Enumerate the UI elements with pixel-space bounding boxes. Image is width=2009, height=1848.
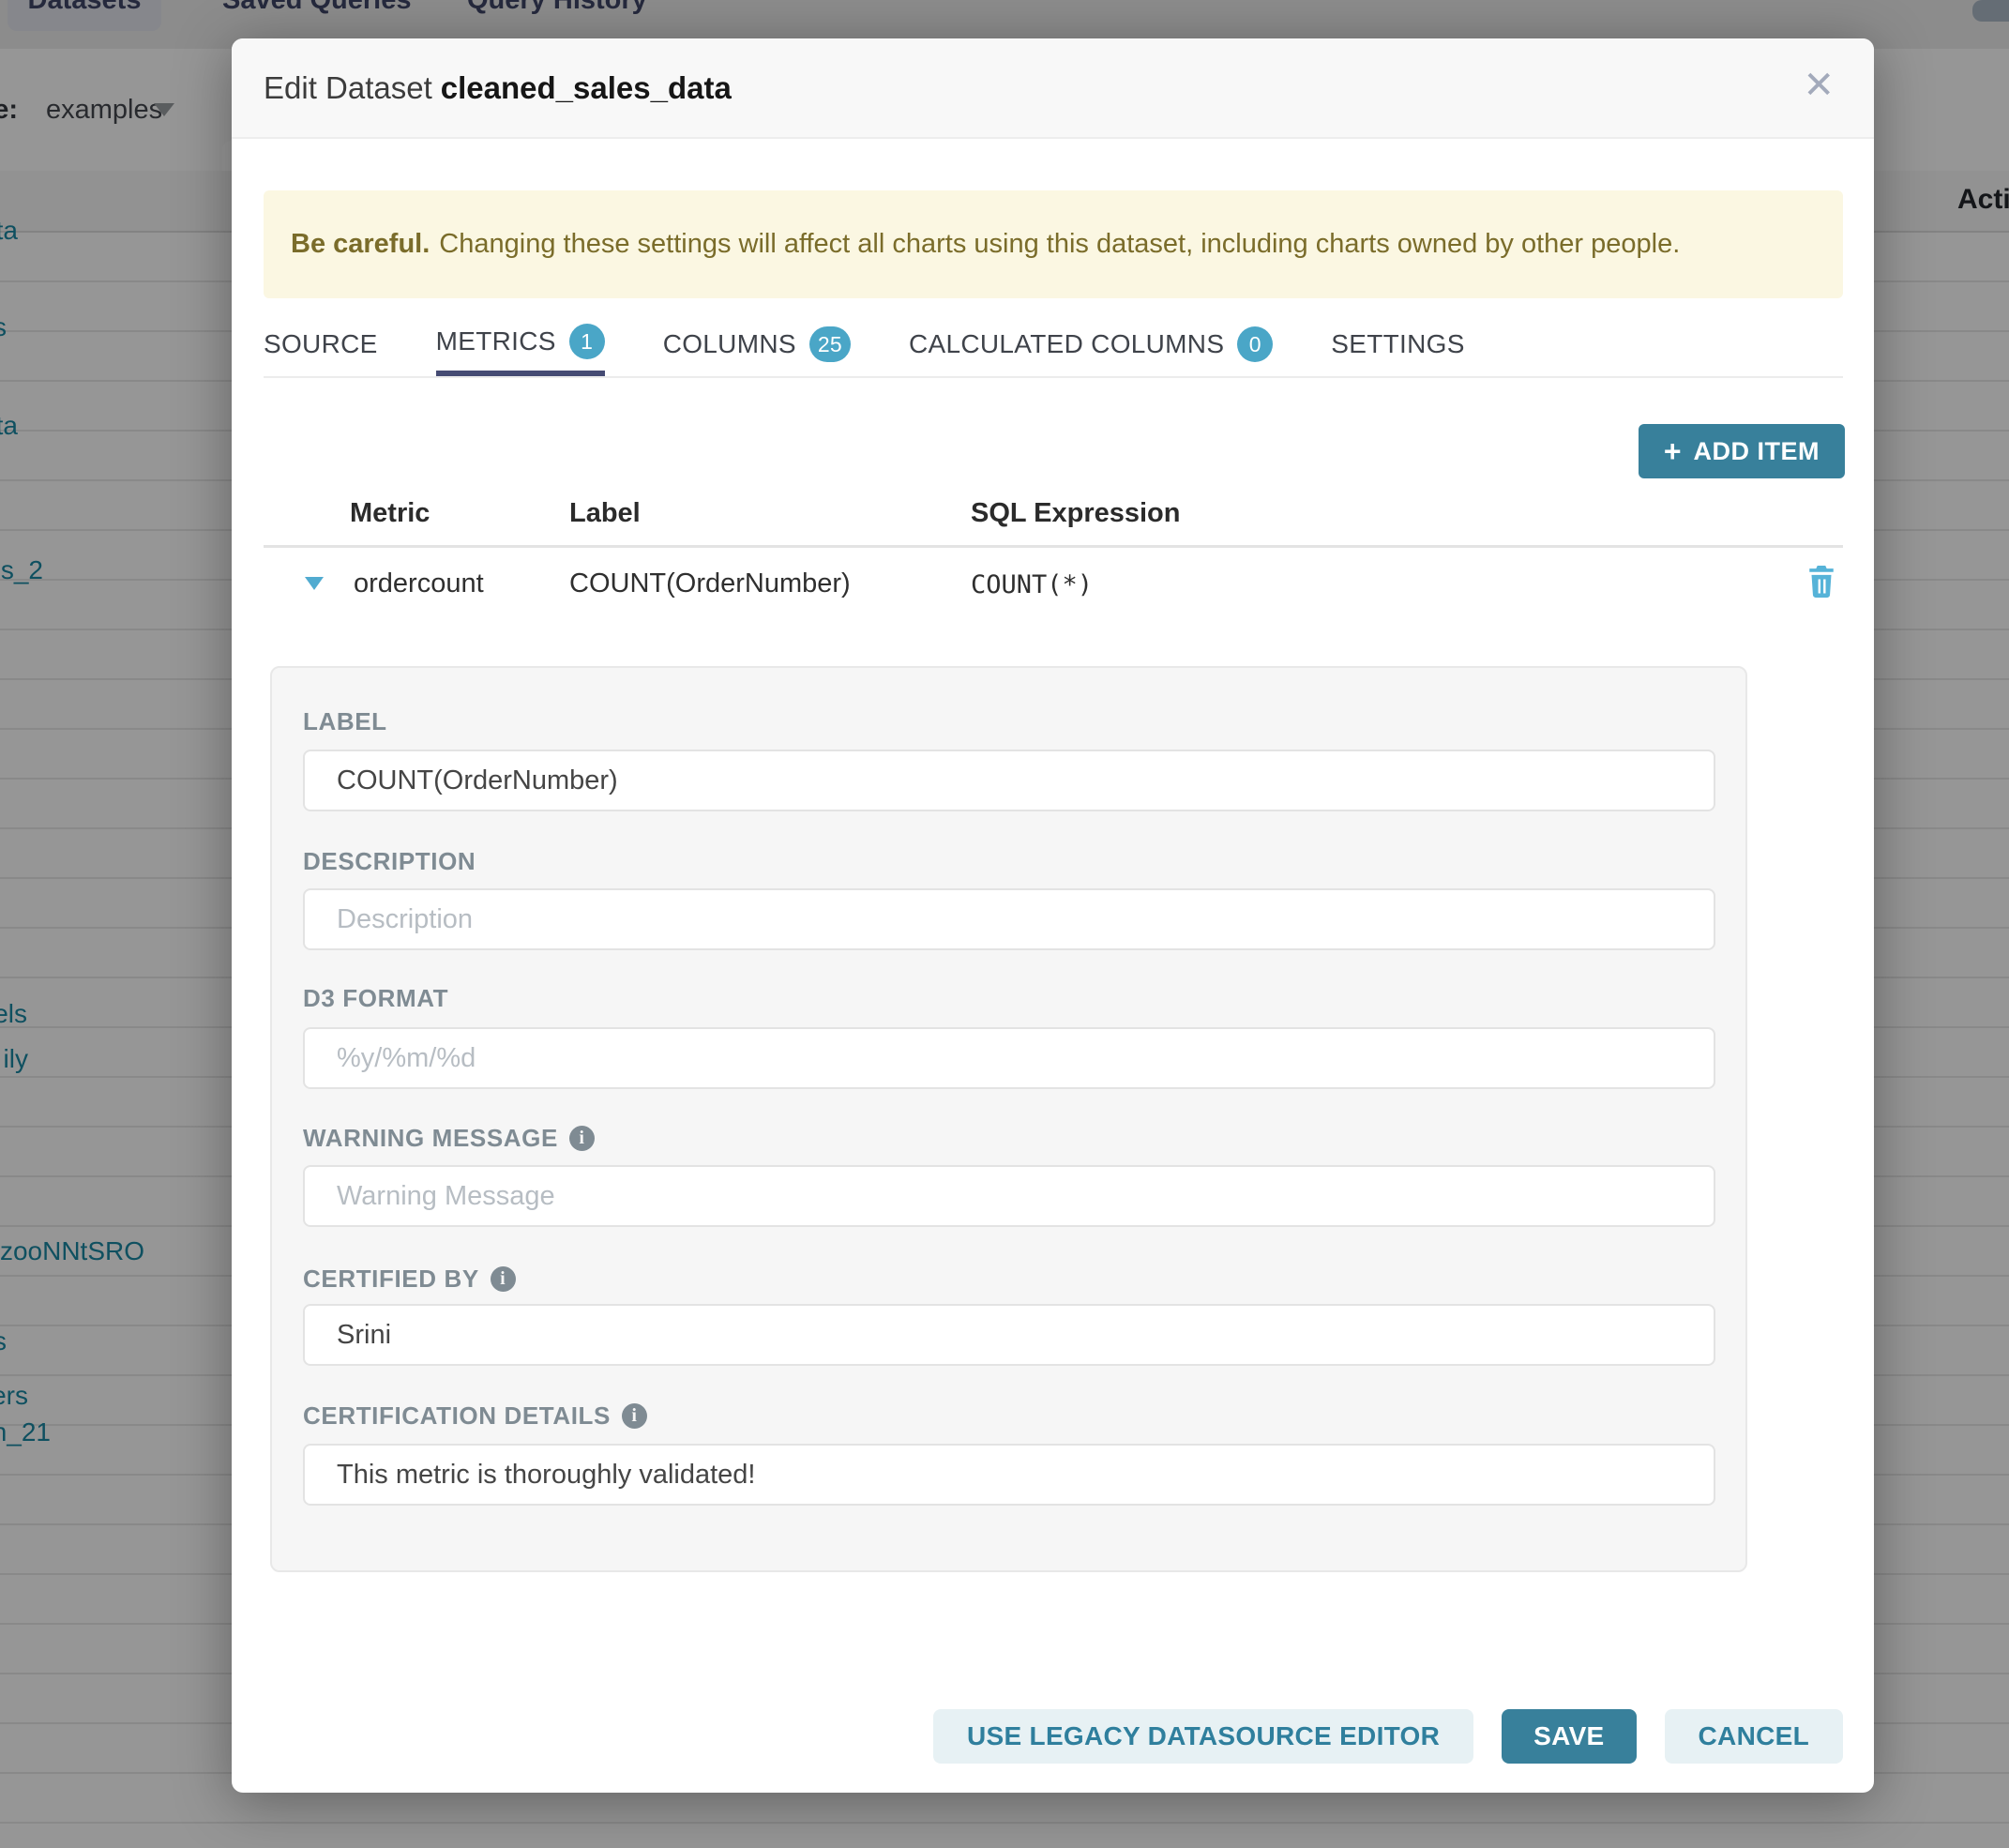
edit-dataset-modal: Edit Dataset cleaned_sales_data ✕ Be care…: [232, 38, 1874, 1793]
d3-format-input[interactable]: [303, 1027, 1715, 1089]
modal-title: Edit Dataset cleaned_sales_data: [264, 70, 732, 106]
use-legacy-datasource-editor-button[interactable]: USE LEGACY DATASOURCE EDITOR: [933, 1709, 1473, 1764]
metric-detail-panel: LABEL DESCRIPTION D3 FORMAT WARNING MESS…: [270, 666, 1747, 1572]
metrics-count-badge: 1: [569, 324, 605, 359]
modal-footer: USE LEGACY DATASOURCE EDITOR SAVE CANCEL: [933, 1709, 1843, 1764]
warning-message-field-label: WARNING MESSAGE i: [303, 1124, 595, 1153]
column-header-sql-expression: SQL Expression: [971, 498, 1181, 529]
warning-banner-bold: Be careful.: [291, 229, 430, 260]
metric-label-cell: COUNT(OrderNumber): [569, 568, 851, 599]
d3-format-field-label: D3 FORMAT: [303, 984, 448, 1013]
certification-details-field-label: CERTIFICATION DETAILS i: [303, 1401, 647, 1431]
label-field-label: LABEL: [303, 707, 387, 736]
modal-title-prefix: Edit Dataset: [264, 70, 432, 105]
description-input[interactable]: [303, 888, 1715, 950]
table-header-divider: [264, 545, 1843, 548]
label-input[interactable]: [303, 750, 1715, 811]
info-icon: i: [622, 1403, 647, 1429]
cancel-button[interactable]: CANCEL: [1665, 1709, 1843, 1764]
trash-icon[interactable]: [1805, 564, 1837, 604]
certified-by-field-label: CERTIFIED BY i: [303, 1265, 516, 1294]
collapse-caret-icon[interactable]: [305, 577, 324, 590]
warning-banner-text: Changing these settings will affect all …: [439, 229, 1680, 260]
close-icon[interactable]: ✕: [1803, 67, 1835, 104]
dataset-editor-tabs: SOURCE METRICS 1 COLUMNS 25 CALCULATED C…: [264, 312, 1843, 378]
certified-by-input[interactable]: [303, 1304, 1715, 1366]
info-icon: i: [569, 1126, 595, 1151]
save-button[interactable]: SAVE: [1502, 1709, 1636, 1764]
description-field-label: DESCRIPTION: [303, 847, 476, 876]
metric-sql-cell: COUNT(*): [971, 570, 1093, 599]
warning-banner: Be careful. Changing these settings will…: [264, 190, 1843, 298]
warning-message-input[interactable]: [303, 1165, 1715, 1227]
calculated-columns-count-badge: 0: [1237, 326, 1273, 362]
column-header-label: Label: [569, 498, 641, 529]
tab-columns[interactable]: COLUMNS 25: [663, 312, 851, 376]
columns-count-badge: 25: [809, 326, 851, 362]
tab-metrics[interactable]: METRICS 1: [436, 312, 605, 376]
metric-name-cell: ordercount: [354, 568, 484, 599]
plus-icon: +: [1664, 436, 1682, 466]
modal-title-dataset-name: cleaned_sales_data: [441, 70, 732, 105]
modal-header: Edit Dataset cleaned_sales_data: [232, 38, 1874, 139]
info-icon: i: [491, 1266, 516, 1292]
add-item-button[interactable]: + ADD ITEM: [1639, 424, 1845, 478]
certification-details-input[interactable]: [303, 1444, 1715, 1506]
tab-settings[interactable]: SETTINGS: [1331, 312, 1464, 376]
tab-calculated-columns[interactable]: CALCULATED COLUMNS 0: [909, 312, 1273, 376]
tab-source[interactable]: SOURCE: [264, 312, 378, 376]
column-header-metric: Metric: [350, 498, 430, 529]
